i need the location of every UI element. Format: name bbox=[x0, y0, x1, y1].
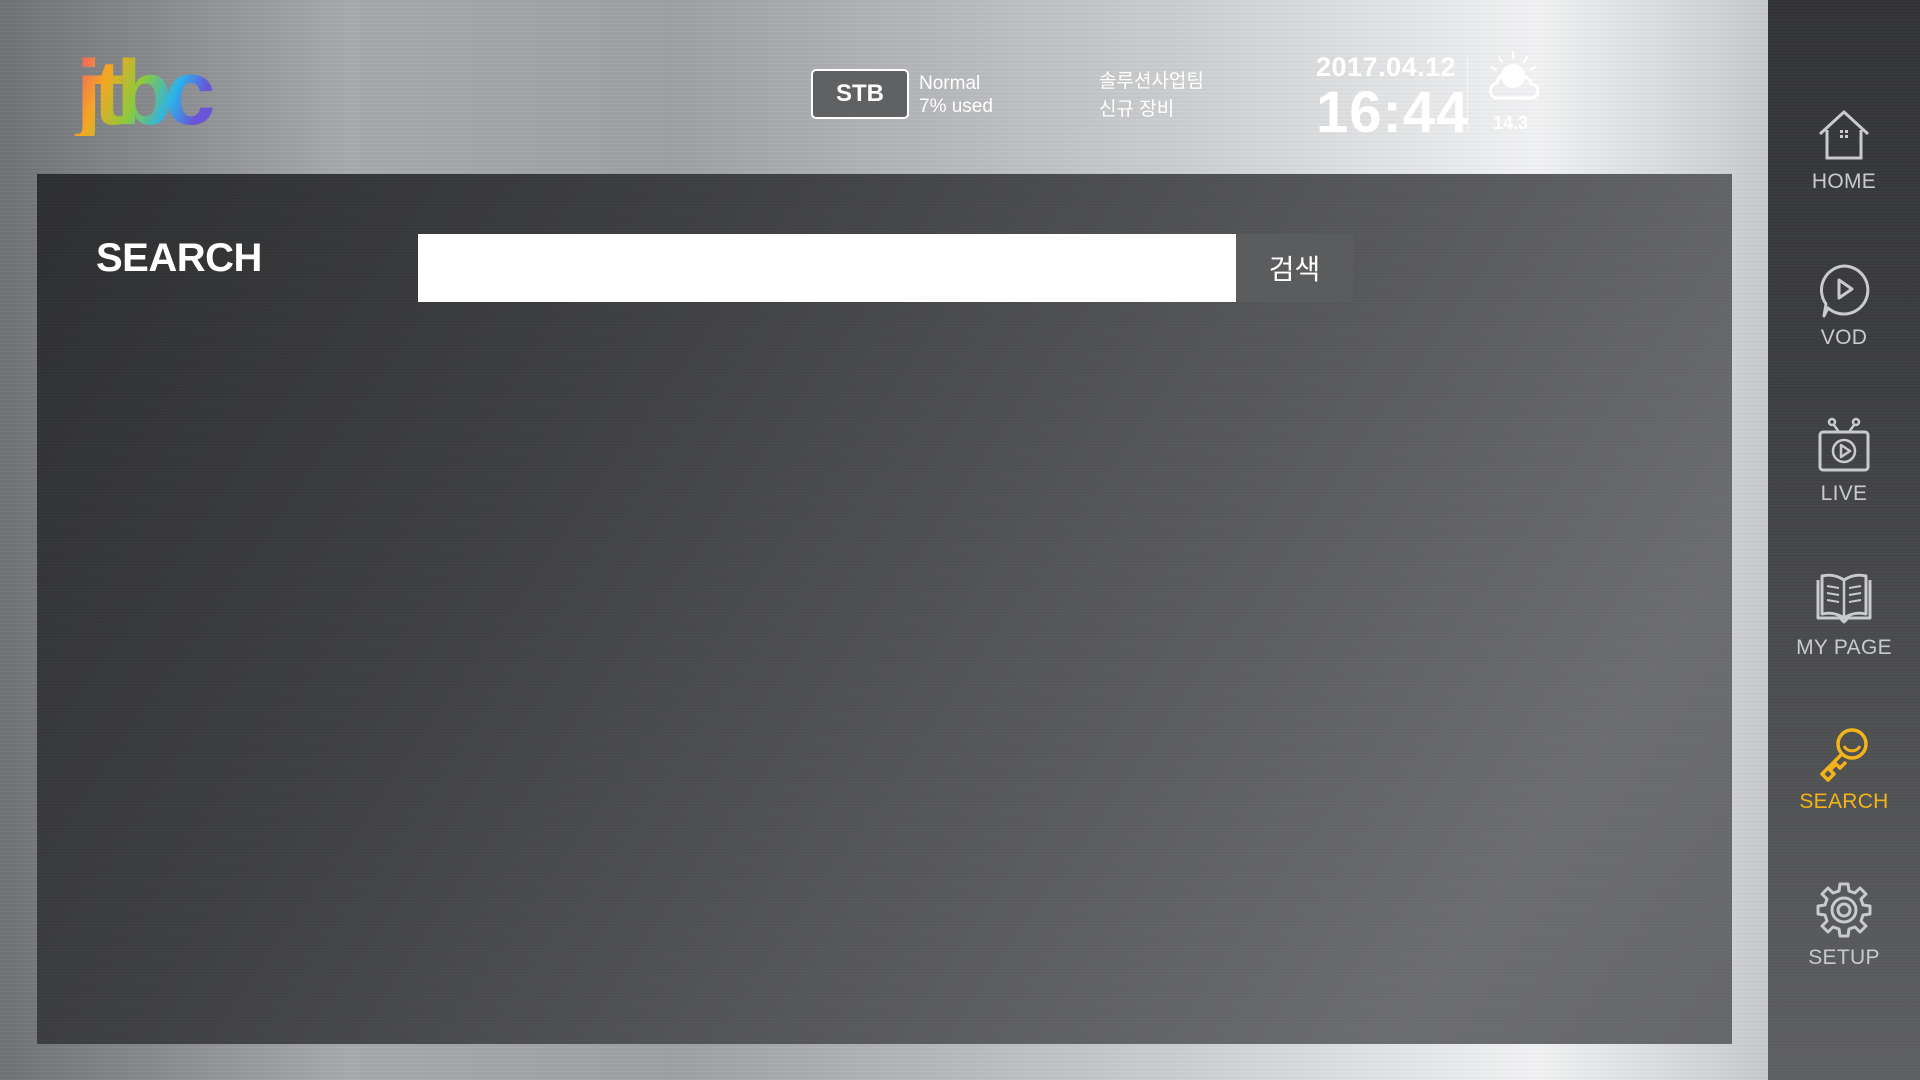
stb-state: Normal bbox=[919, 73, 981, 94]
book-icon bbox=[1816, 573, 1872, 624]
side-nav: HOME VOD LIVE MY PAGE SEARCH SETUP bbox=[1768, 0, 1920, 1080]
nav-label-live: LIVE bbox=[1820, 482, 1868, 505]
search-panel: SEARCH 검색 bbox=[37, 174, 1732, 1044]
date: 2017.04.12 bbox=[1316, 52, 1457, 82]
nav-label-search: SEARCH bbox=[1799, 790, 1889, 813]
home-icon bbox=[1818, 110, 1870, 160]
search-button[interactable]: 검색 bbox=[1236, 234, 1353, 302]
nav-label-vod: VOD bbox=[1820, 326, 1868, 349]
stb-status: Normal 7% used bbox=[919, 72, 993, 118]
key-search-icon bbox=[1820, 728, 1868, 782]
clock: 16:44 bbox=[1316, 80, 1470, 145]
nav-item-search[interactable]: SEARCH bbox=[1768, 724, 1920, 814]
gear-icon bbox=[1816, 882, 1872, 938]
stb-badge: STB bbox=[811, 69, 909, 119]
stb-usage: 7% used bbox=[919, 96, 993, 117]
nav-item-setup[interactable]: SETUP bbox=[1768, 880, 1920, 970]
nav-label-setup: SETUP bbox=[1808, 946, 1880, 969]
team-device: 신규 장비 bbox=[1099, 99, 1175, 120]
tv-play-icon bbox=[1818, 417, 1870, 472]
team-name: 솔루션사업팀 bbox=[1099, 71, 1204, 92]
play-bubble-icon bbox=[1819, 264, 1870, 318]
svg-text:jtbc: jtbc bbox=[74, 50, 213, 136]
nav-item-my-page[interactable]: MY PAGE bbox=[1768, 570, 1920, 660]
jtbc-logo: jtbc bbox=[74, 50, 221, 136]
search-input[interactable] bbox=[418, 234, 1236, 302]
nav-label-home: HOME bbox=[1811, 170, 1877, 193]
partly-cloudy-icon bbox=[1489, 51, 1540, 100]
nav-item-vod[interactable]: VOD bbox=[1768, 260, 1920, 350]
team-info: 솔루션사업팀 신규 장비 bbox=[1099, 68, 1204, 124]
page-title: SEARCH bbox=[96, 236, 262, 280]
temperature: 14.3 bbox=[1493, 113, 1529, 133]
nav-item-live[interactable]: LIVE bbox=[1768, 416, 1920, 506]
nav-item-home[interactable]: HOME bbox=[1768, 104, 1920, 194]
header-divider bbox=[1467, 58, 1468, 132]
nav-label-my-page: MY PAGE bbox=[1796, 636, 1892, 659]
